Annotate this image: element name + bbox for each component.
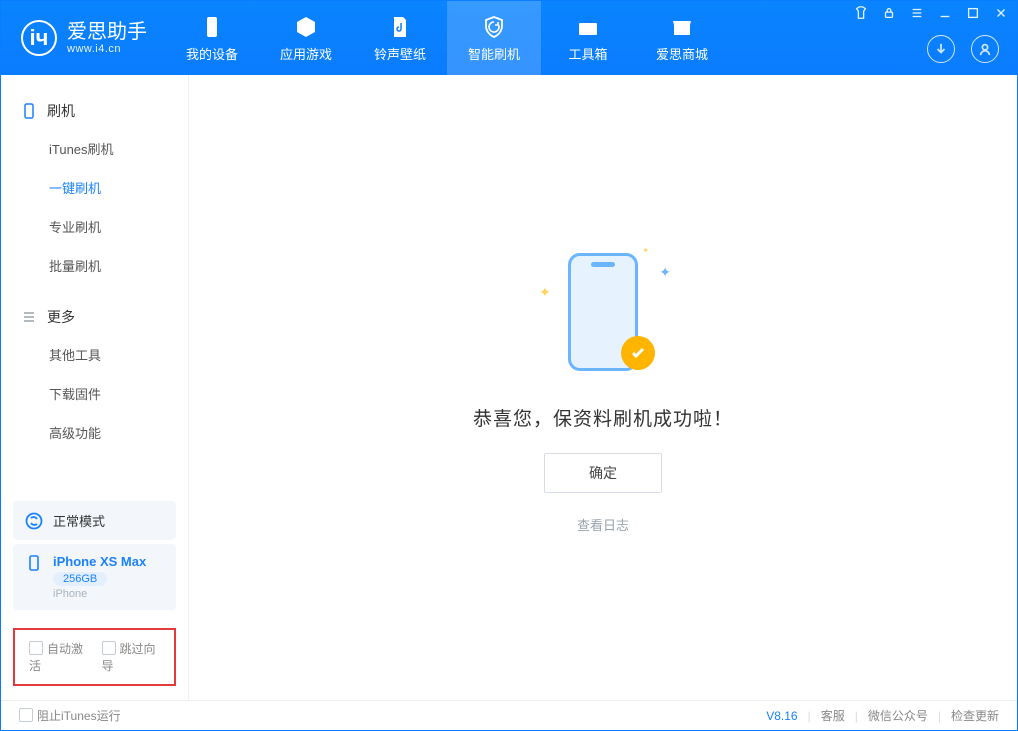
separator: |: [938, 709, 941, 723]
device-card[interactable]: iPhone XS Max 256GB iPhone: [13, 544, 176, 610]
tab-label: 我的设备: [186, 44, 238, 63]
separator: |: [808, 709, 811, 723]
body: 刷机 iTunes刷机 一键刷机 专业刷机 批量刷机 更多 其他工具 下载固件 …: [1, 75, 1017, 700]
skip-guide-checkbox[interactable]: 跳过向导: [102, 640, 161, 674]
mode-card[interactable]: 正常模式: [13, 501, 176, 540]
sparkle-icon: ✦: [642, 246, 649, 255]
wechat-link[interactable]: 微信公众号: [868, 707, 928, 724]
device-name: iPhone XS Max: [53, 554, 146, 569]
minimize-icon[interactable]: [937, 5, 953, 21]
separator: |: [855, 709, 858, 723]
close-icon[interactable]: [993, 5, 1009, 21]
list-icon: [21, 309, 37, 325]
header-right-icons: [927, 35, 999, 63]
tab-label: 爱思商城: [656, 44, 708, 63]
footer-left: 阻止iTunes运行: [19, 707, 121, 724]
sidebar: 刷机 iTunes刷机 一键刷机 专业刷机 批量刷机 更多 其他工具 下载固件 …: [1, 75, 189, 700]
sidebar-item-pro-flash[interactable]: 专业刷机: [1, 207, 188, 246]
header: iч 爱思助手 www.i4.cn 我的设备 应用游戏 铃声壁纸 智能刷机 工具…: [1, 1, 1017, 75]
tab-label: 铃声壁纸: [374, 44, 426, 63]
sidebar-item-other-tools[interactable]: 其他工具: [1, 335, 188, 374]
logo[interactable]: iч 爱思助手 www.i4.cn: [1, 20, 165, 56]
maximize-icon[interactable]: [965, 5, 981, 21]
version-label: V8.16: [766, 709, 797, 723]
footer-right: V8.16 | 客服 | 微信公众号 | 检查更新: [766, 707, 999, 724]
logo-text: 爱思助手 www.i4.cn: [67, 21, 147, 55]
checkbox-label: 阻止iTunes运行: [37, 709, 121, 723]
sidebar-item-download-firmware[interactable]: 下载固件: [1, 374, 188, 413]
tab-toolbox[interactable]: 工具箱: [541, 1, 635, 75]
sparkle-icon: ✦: [539, 284, 551, 301]
tab-smart-flash[interactable]: 智能刷机: [447, 1, 541, 75]
shield-refresh-icon: [481, 14, 507, 40]
app-url: www.i4.cn: [67, 43, 147, 55]
success-illustration: ✦ ✦ ✦: [533, 242, 673, 382]
sidebar-scroll: 刷机 iTunes刷机 一键刷机 专业刷机 批量刷机 更多 其他工具 下载固件 …: [1, 75, 188, 497]
block-itunes-checkbox[interactable]: 阻止iTunes运行: [19, 707, 121, 724]
sidebar-item-oneclick-flash[interactable]: 一键刷机: [1, 168, 188, 207]
tab-label: 智能刷机: [468, 44, 520, 63]
header-tabs: 我的设备 应用游戏 铃声壁纸 智能刷机 工具箱 爱思商城: [165, 1, 729, 75]
phone-icon: [21, 103, 37, 119]
lock-icon[interactable]: [881, 5, 897, 21]
refresh-icon: [25, 512, 43, 530]
user-button[interactable]: [971, 35, 999, 63]
sidebar-group-flash: 刷机: [1, 93, 188, 129]
window-controls: [853, 5, 1009, 21]
success-message: 恭喜您，保资料刷机成功啦！: [473, 404, 733, 431]
sidebar-group-more: 更多: [1, 299, 188, 335]
sidebar-item-batch-flash[interactable]: 批量刷机: [1, 246, 188, 285]
check-badge-icon: [621, 336, 655, 370]
device-type: iPhone: [53, 588, 146, 600]
support-link[interactable]: 客服: [821, 707, 845, 724]
main-content: ✦ ✦ ✦ 恭喜您，保资料刷机成功啦！ 确定 查看日志: [189, 75, 1017, 700]
mode-label: 正常模式: [53, 511, 105, 530]
device-storage: 256GB: [53, 572, 107, 586]
tab-store[interactable]: 爱思商城: [635, 1, 729, 75]
menu-icon[interactable]: [909, 5, 925, 21]
group-title: 刷机: [47, 101, 75, 121]
tab-my-device[interactable]: 我的设备: [165, 1, 259, 75]
tab-ringtones-wallpapers[interactable]: 铃声壁纸: [353, 1, 447, 75]
view-log-link[interactable]: 查看日志: [577, 515, 629, 534]
download-button[interactable]: [927, 35, 955, 63]
tab-label: 应用游戏: [280, 44, 332, 63]
device-icon: [25, 554, 43, 572]
check-update-link[interactable]: 检查更新: [951, 707, 999, 724]
sidebar-bottom: 正常模式 iPhone XS Max 256GB iPhone 自动激活 跳过向…: [1, 497, 188, 700]
device-info: iPhone XS Max 256GB iPhone: [53, 554, 146, 600]
app-name: 爱思助手: [67, 21, 147, 43]
highlighted-options: 自动激活 跳过向导: [13, 628, 176, 686]
sidebar-item-advanced[interactable]: 高级功能: [1, 413, 188, 452]
group-title: 更多: [47, 307, 75, 327]
store-icon: [669, 14, 695, 40]
auto-activate-checkbox[interactable]: 自动激活: [29, 640, 88, 674]
sparkle-icon: ✦: [659, 264, 671, 281]
device-icon: [199, 14, 225, 40]
shirt-icon[interactable]: [853, 5, 869, 21]
cube-icon: [293, 14, 319, 40]
ok-button[interactable]: 确定: [544, 453, 662, 493]
footer: 阻止iTunes运行 V8.16 | 客服 | 微信公众号 | 检查更新: [1, 700, 1017, 730]
logo-icon: iч: [21, 20, 57, 56]
tab-label: 工具箱: [568, 44, 607, 63]
sidebar-item-itunes-flash[interactable]: iTunes刷机: [1, 129, 188, 168]
tab-apps-games[interactable]: 应用游戏: [259, 1, 353, 75]
toolbox-icon: [575, 14, 601, 40]
music-file-icon: [387, 14, 413, 40]
